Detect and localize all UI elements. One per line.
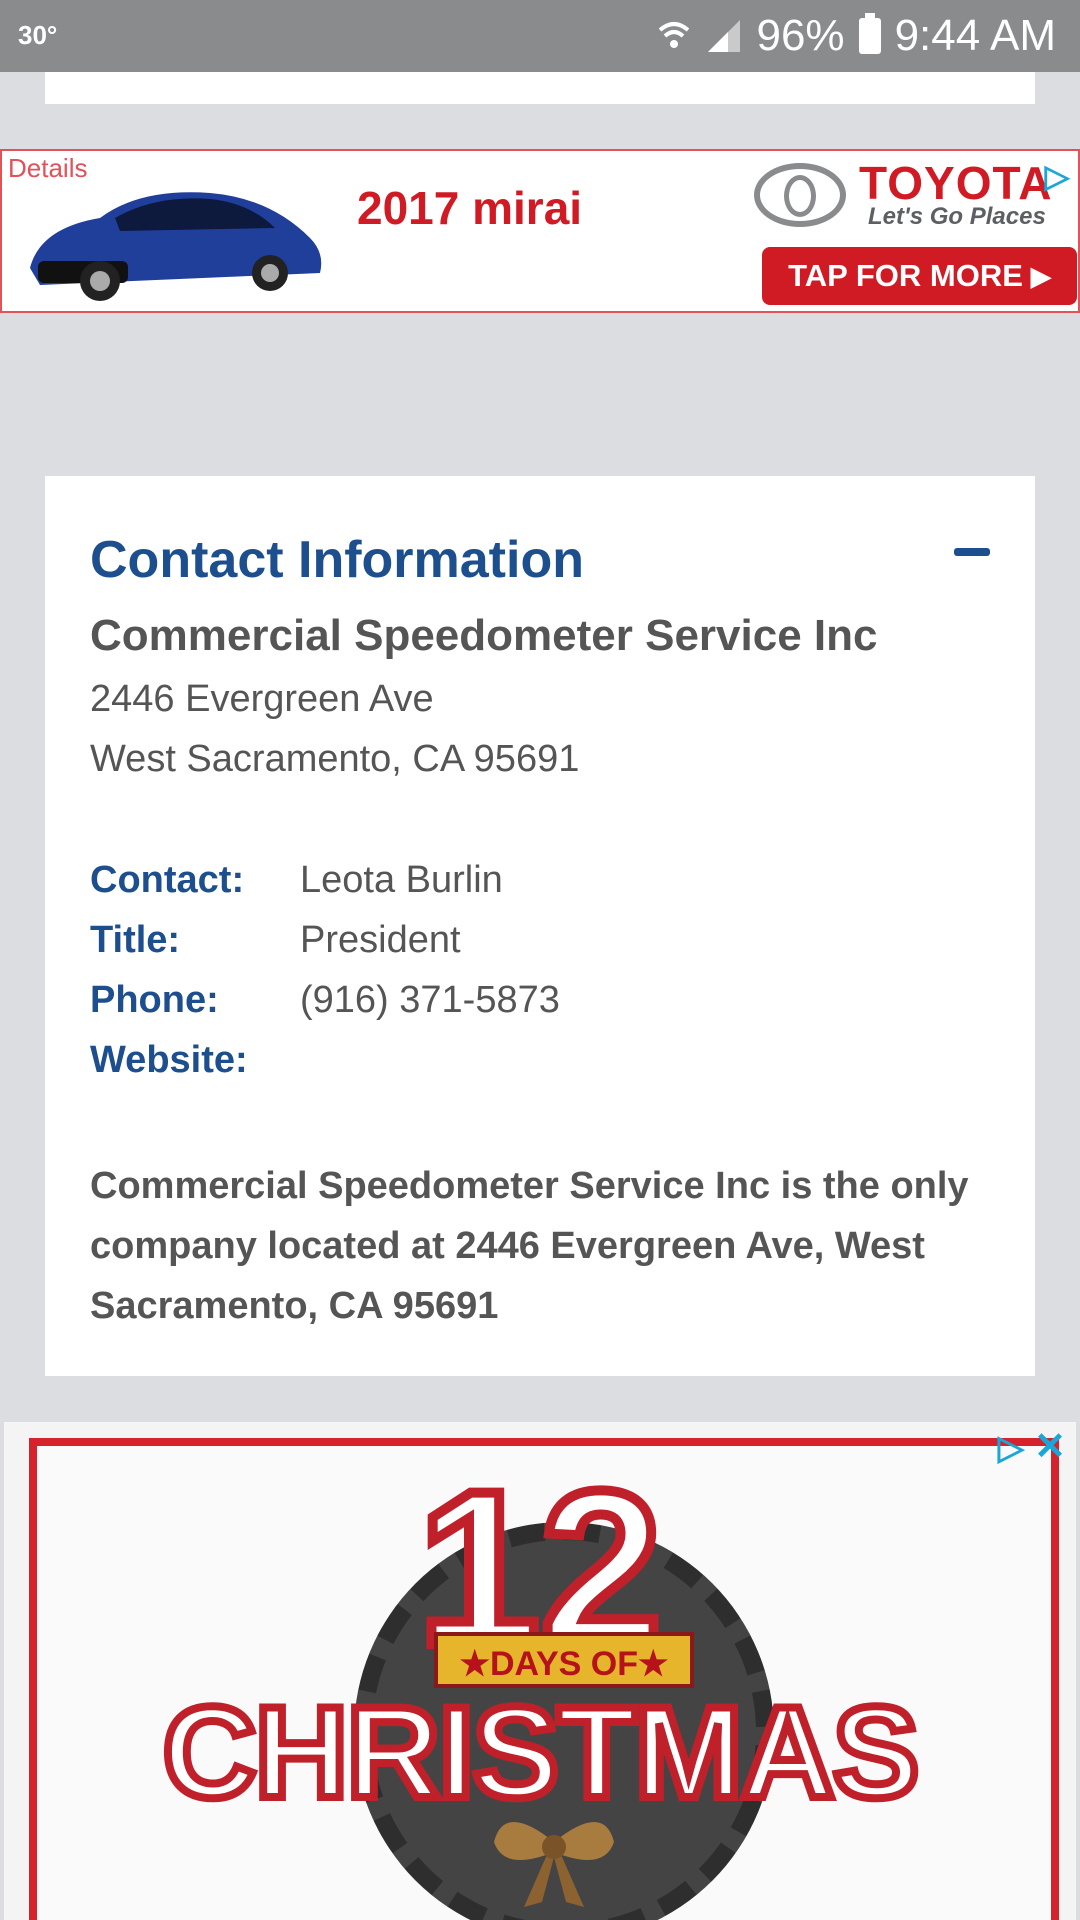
christmas-ad[interactable]: ▷ ✕ 12 ★DAYS OF★ CHRISTMAS [4,1422,1076,1920]
play-arrow-icon: ▶ [1030,260,1051,291]
tap-for-more-button[interactable]: TAP FOR MORE ▶ [762,247,1077,305]
toyota-banner-ad[interactable]: Details 2017 mirai TOYOTA Let's Go Place… [0,149,1080,313]
temperature-label: 30° [18,20,58,50]
previous-card-bottom [45,72,1035,104]
contact-value: Leota Burlin [300,859,503,901]
company-description: Commercial Speedometer Service Inc is th… [90,1165,969,1327]
address-line-2: West Sacramento, CA 95691 [90,738,580,780]
ad-tagline: Let's Go Places [868,203,1046,230]
address-line-1: 2446 Evergreen Ave [90,678,434,720]
clock: 9:44 AM [894,11,1056,60]
ad-brand: TOYOTA [859,157,1053,209]
battery-icon [858,13,881,54]
wifi-icon [659,22,690,48]
status-bar: 30° 96% 9:44 AM [0,0,1080,72]
signal-icon [708,20,741,52]
company-name: Commercial Speedometer Service Inc [90,611,878,660]
adchoices-icon[interactable]: ▷ [1040,159,1074,193]
section-title: Contact Information [90,531,584,589]
website-label: Website: [90,1039,248,1081]
phone-link[interactable]: (916) 371-5873 [300,979,560,1022]
title-value: President [300,919,461,961]
contact-information-card: Contact Information Commercial Speedomet… [45,476,1035,1376]
toyota-emblem-icon [754,163,846,227]
car-image [30,192,322,301]
ad-headline: 2017 mirai [357,182,583,234]
battery-percent: 96% [756,11,845,60]
bow-icon [494,1822,614,1907]
title-label: Title: [90,919,181,961]
phone-label: Phone: [90,979,219,1021]
cta-label: TAP FOR MORE [788,258,1023,293]
status-icons: 96% 9:44 AM [656,8,1056,64]
contact-label: Contact: [90,859,245,901]
collapse-minus-icon[interactable] [954,548,990,556]
